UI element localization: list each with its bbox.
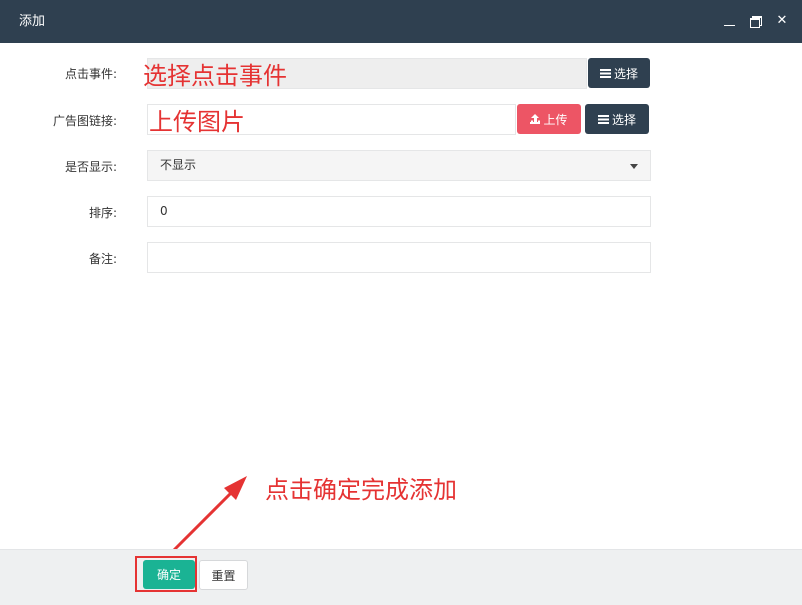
dialog-titlebar: 添加 ✕ — [0, 0, 802, 43]
display-select[interactable]: 不显示 — [147, 150, 651, 181]
arrow-shaft — [170, 486, 238, 554]
sort-label: 排序: — [88, 206, 117, 220]
click-event-select-label: 选择 — [613, 66, 638, 81]
remark-label: 备注: — [88, 252, 117, 266]
list-icon — [597, 114, 609, 124]
reset-button[interactable]: 重置 — [199, 560, 248, 590]
upload-button[interactable]: 上传 — [517, 104, 581, 134]
annotation-confirm: 点击确定完成添加 — [265, 476, 457, 504]
display-selected-value: 不显示 — [160, 158, 197, 172]
arrow-head — [224, 476, 247, 500]
dialog-title: 添加 — [19, 14, 46, 29]
upload-button-label: 上传 — [543, 112, 568, 127]
sort-input[interactable]: 0 — [147, 196, 651, 227]
remark-input[interactable] — [147, 242, 651, 273]
annotation-click-event: 选择点击事件 — [143, 62, 287, 90]
close-icon[interactable]: ✕ — [776, 13, 788, 29]
maximize-icon[interactable] — [750, 13, 762, 29]
ad-image-select-label: 选择 — [611, 112, 636, 127]
click-event-select-button[interactable]: 选择 — [588, 58, 650, 88]
display-label: 是否显示: — [64, 160, 117, 174]
minimize-icon[interactable] — [724, 13, 736, 29]
annotation-upload: 上传图片 — [149, 108, 245, 136]
window-controls: ✕ — [724, 13, 788, 29]
dialog-footer — [0, 549, 802, 605]
list-icon — [599, 68, 611, 78]
annotation-arrow — [170, 476, 247, 554]
upload-icon — [530, 114, 541, 124]
dropdown-caret-icon — [630, 164, 638, 169]
ad-image-label: 广告图链接: — [52, 114, 117, 128]
confirm-button[interactable]: 确定 — [143, 560, 195, 589]
click-event-label: 点击事件: — [64, 67, 117, 81]
ad-image-select-button[interactable]: 选择 — [585, 104, 649, 134]
